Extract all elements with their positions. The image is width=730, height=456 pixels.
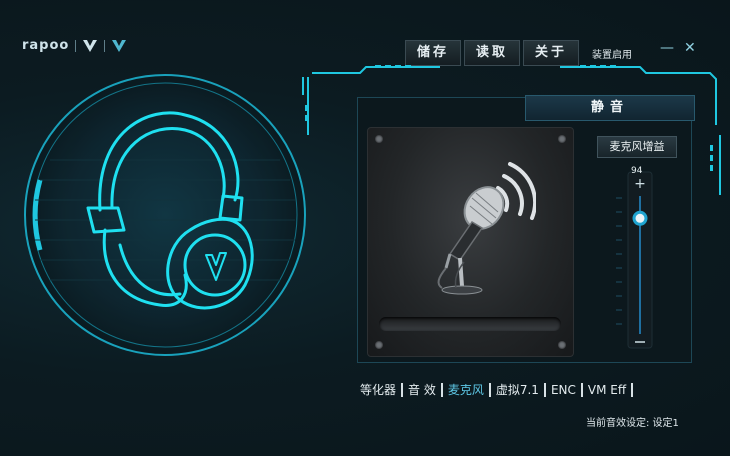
tab-divider [631,382,634,397]
mic-gain-slider[interactable]: + [625,162,655,352]
v-logo-icon [83,39,98,52]
gain-value: 94 [631,166,643,176]
toolbar: 储存 读取 关于 [405,40,579,66]
tab-microphone[interactable]: 麦克风 [443,381,489,398]
svg-text:+: + [634,176,646,192]
close-icon[interactable]: ✕ [684,40,696,56]
tab-equalizer[interactable]: 等化器 [355,381,401,398]
device-enable-label[interactable]: 装置启用 [592,46,632,61]
tab-virtual-71[interactable]: 虚拟7.1 [491,381,544,398]
mic-slot [379,317,561,331]
mic-gain-label: 麦克风增益 [597,136,677,158]
gain-slider-thumb [632,210,648,226]
tab-vm-effect[interactable]: VM Eff [583,383,631,397]
read-button[interactable]: 读取 [464,40,520,66]
about-button[interactable]: 关于 [523,40,579,66]
screw-icon [375,341,383,349]
mute-button[interactable]: 静音 [525,95,695,121]
brand-logo: rapoo [22,38,127,53]
screw-icon [375,135,383,143]
brand-name: rapoo [22,38,70,53]
app-window: rapoo 储存 读取 关于 装置启用 — ✕ 静音 麦克风增益 + 94 等化… [0,0,730,456]
v-logo-icon [112,39,127,52]
screw-icon [558,135,566,143]
microphone-display [367,127,574,357]
window-controls: — ✕ [660,40,696,56]
logo-separator [75,39,77,52]
minimize-icon[interactable]: — [660,40,674,56]
tab-enc[interactable]: ENC [546,383,581,397]
logo-separator [104,39,106,52]
feature-tabs: 等化器 音 效 麦克风 虚拟7.1 ENC VM Eff [355,381,634,398]
save-button[interactable]: 储存 [405,40,461,66]
microphone-icon[interactable] [406,158,536,298]
slider-ticks [616,197,622,325]
tab-sound-effect[interactable]: 音 效 [403,381,441,398]
screw-icon [558,341,566,349]
current-preset-status: 当前音效设定: 设定1 [586,418,679,429]
headset-display [24,74,306,356]
